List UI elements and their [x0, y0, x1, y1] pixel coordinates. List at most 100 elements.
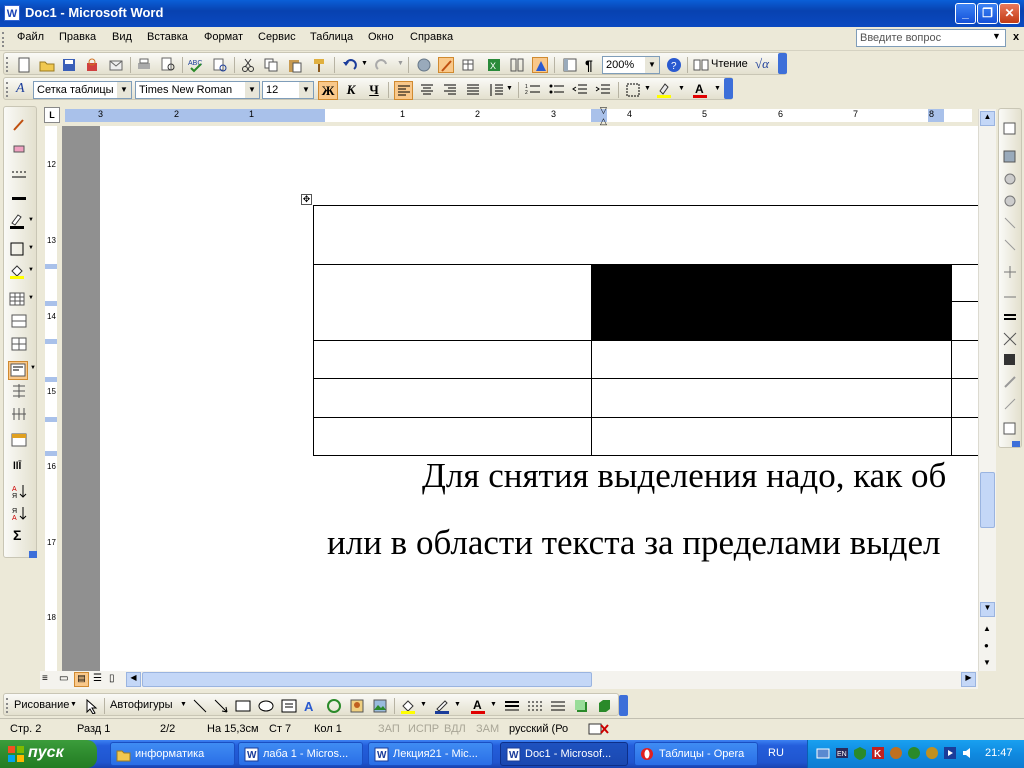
taskbar-button[interactable]: W лаба 1 - Micros...	[238, 742, 363, 766]
status-record[interactable]: ЗАП	[378, 723, 400, 735]
tool-icon-7[interactable]	[1002, 264, 1018, 280]
align-cell-dropdown-icon[interactable]: ▼	[30, 365, 36, 371]
draw-menu-button[interactable]: Рисование	[14, 699, 69, 711]
format-painter-icon[interactable]	[311, 57, 327, 73]
oval-tool-icon[interactable]	[258, 698, 274, 714]
scroll-left-icon[interactable]: ◀	[126, 672, 141, 687]
first-line-indent-icon[interactable]: ▽	[600, 105, 607, 116]
font-combo[interactable]: Times New Roman ▼	[135, 81, 260, 99]
antivirus-icon[interactable]: K	[871, 746, 885, 760]
outside-border-icon[interactable]	[9, 241, 25, 257]
word-app-icon[interactable]: W	[4, 5, 20, 21]
tool-icon-3[interactable]	[1002, 171, 1018, 187]
tool-icon-14[interactable]	[1002, 421, 1018, 437]
tray-app-icon-2[interactable]	[907, 746, 921, 760]
open-icon[interactable]	[39, 57, 55, 73]
line-color-dropdown-icon[interactable]: ▼	[454, 701, 461, 708]
border-dropdown-icon[interactable]: ▼	[644, 85, 651, 92]
toolbar-options-icon[interactable]	[619, 695, 628, 716]
insert-picture-icon[interactable]	[372, 698, 388, 714]
copy-icon[interactable]	[263, 57, 279, 73]
menu-insert[interactable]: Вставка	[147, 31, 188, 43]
status-extend[interactable]: ВДЛ	[444, 723, 466, 735]
menu-table[interactable]: Таблица	[310, 31, 353, 43]
tool-icon-6[interactable]	[1002, 237, 1018, 253]
document-table[interactable]	[313, 205, 978, 456]
distribute-columns-icon[interactable]	[11, 406, 27, 422]
horizontal-ruler[interactable]: L 3 2 1 1 2 3 4 5 6 7 8 ▽ △	[40, 105, 978, 126]
table-cell[interactable]	[313, 205, 978, 265]
size-dropdown-icon[interactable]: ▼	[299, 82, 313, 98]
help-icon[interactable]: ?	[666, 57, 682, 73]
tool-icon-4[interactable]	[1002, 193, 1018, 209]
style-combo[interactable]: Сетка таблицы ▼	[33, 81, 132, 99]
tray-app-icon[interactable]	[889, 746, 903, 760]
toolbar-grip[interactable]	[6, 57, 9, 72]
merge-cells-icon[interactable]	[11, 313, 27, 329]
text-direction-icon[interactable]: llĪ	[11, 456, 27, 472]
research-icon[interactable]	[212, 57, 228, 73]
menu-edit[interactable]: Правка	[59, 31, 96, 43]
draw-table-icon[interactable]	[11, 117, 27, 133]
permission-icon[interactable]	[84, 57, 100, 73]
diagram-icon[interactable]	[326, 698, 342, 714]
toolbar-grip[interactable]	[6, 82, 9, 97]
menu-window[interactable]: Окно	[368, 31, 394, 43]
tool-icon-8[interactable]	[1002, 287, 1018, 303]
clipart-icon[interactable]	[349, 698, 365, 714]
next-page-icon[interactable]: ▼	[983, 658, 991, 667]
align-left-icon[interactable]	[394, 81, 413, 100]
toolbar-options-icon[interactable]	[724, 78, 733, 99]
insert-table-icon[interactable]	[462, 57, 478, 73]
vertical-ruler[interactable]: 12 13 14 15 16 17 18	[40, 126, 62, 671]
drawing-icon[interactable]	[532, 57, 548, 73]
previous-page-icon[interactable]: ▲	[983, 624, 991, 633]
spelling-icon[interactable]: ABC	[188, 57, 204, 73]
tab-selector-icon[interactable]: L	[44, 107, 60, 123]
select-browse-object-icon[interactable]: ●	[984, 641, 989, 650]
toolbar-options-icon[interactable]	[29, 551, 37, 558]
network-icon[interactable]	[816, 746, 830, 760]
status-track[interactable]: ИСПР	[408, 723, 439, 735]
print-icon[interactable]	[136, 57, 152, 73]
insert-table-dropdown-icon[interactable]: ▼	[28, 295, 34, 301]
sort-ascending-icon[interactable]: AЯ	[11, 483, 27, 499]
underline-button[interactable]: Ч	[364, 81, 384, 100]
normal-view-icon[interactable]: ≡	[42, 673, 48, 684]
document-page[interactable]: ✥ Для снятия выделения надо, как об или …	[100, 126, 978, 671]
numbering-icon[interactable]: 12	[525, 82, 541, 98]
border-icon[interactable]	[625, 82, 641, 98]
keyboard-icon[interactable]: EN	[835, 746, 849, 760]
bold-button[interactable]: Ж	[318, 81, 338, 100]
fill-color-icon[interactable]	[400, 698, 416, 714]
distribute-rows-icon[interactable]	[11, 383, 27, 399]
toolbar-options-icon[interactable]	[1012, 441, 1020, 447]
menu-tools[interactable]: Сервис	[258, 31, 296, 43]
shading-dropdown-icon[interactable]: ▼	[28, 267, 34, 273]
new-document-icon[interactable]	[16, 57, 32, 73]
line-weight-icon[interactable]	[11, 191, 27, 207]
tray-app-icon-3[interactable]	[925, 746, 939, 760]
line-style-icon[interactable]	[11, 167, 27, 183]
line-color-icon[interactable]	[434, 698, 450, 714]
insert-excel-icon[interactable]: X	[486, 57, 502, 73]
draw-font-color-dropdown-icon[interactable]: ▼	[490, 701, 497, 708]
3d-style-icon[interactable]	[596, 698, 612, 714]
font-dropdown-icon[interactable]: ▼	[245, 82, 259, 98]
autoshapes-dropdown-icon[interactable]: ▼	[180, 701, 187, 708]
cut-icon[interactable]	[240, 57, 256, 73]
print-layout-view-icon[interactable]: ▤	[74, 672, 89, 687]
taskbar-button[interactable]: W Лекция21 - Mic...	[368, 742, 493, 766]
read-button-label[interactable]: Чтение	[711, 58, 748, 70]
scroll-thumb[interactable]	[980, 472, 995, 528]
undo-icon[interactable]	[342, 57, 358, 73]
reading-view-icon[interactable]: ▯	[109, 673, 115, 684]
start-button[interactable]: пуск	[0, 740, 97, 768]
border-color-dropdown-icon[interactable]: ▼	[28, 217, 34, 223]
status-overtype[interactable]: ЗАМ	[476, 723, 499, 735]
align-cell-icon[interactable]	[8, 361, 28, 380]
autosum-icon[interactable]: Σ	[13, 527, 21, 543]
justify-icon[interactable]	[465, 82, 481, 98]
split-cells-icon[interactable]	[11, 336, 27, 352]
menu-grip[interactable]	[2, 32, 5, 47]
